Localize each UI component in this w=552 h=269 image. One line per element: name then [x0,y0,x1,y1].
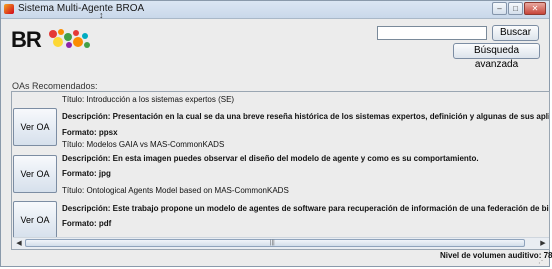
recommended-list: Ver OA Título: Introducción a los sistem… [11,91,550,250]
item-title: Título: Introducción a los sistemas expe… [62,95,235,104]
main-content: BR Buscar Búsqueda avanzada OAs Recomend… [2,19,552,266]
scroll-left-icon[interactable]: ◀ [14,239,24,248]
item-format: Formato: ppsx [62,128,118,137]
search-input[interactable] [377,26,487,40]
window-controls: – □ ✕ [492,2,546,15]
item-format: Formato: jpg [62,169,111,178]
item-format: Formato: pdf [62,219,112,228]
advanced-search-button[interactable]: Búsqueda avanzada [453,43,540,70]
grip-icon: ||| [270,240,275,246]
view-oa-button[interactable]: Ver OA [13,108,57,146]
view-oa-button[interactable]: Ver OA [13,201,57,239]
app-window: Sistema Multi-Agente BROA ↕ – □ ✕ BR Bus [0,0,552,267]
search-button[interactable]: Buscar [492,25,539,41]
item-title: Título: Ontological Agents Model based o… [62,186,289,195]
item-title: Título: Modelos GAIA vs MAS-CommonKADS [62,140,225,149]
scrollbar-thumb[interactable]: ||| [25,239,525,247]
item-description: Descripción: Presentación en la cual se … [62,112,550,121]
title-bar[interactable]: Sistema Multi-Agente BROA ↕ – □ ✕ [1,1,549,20]
minimize-button[interactable]: – [492,2,507,15]
close-button[interactable]: ✕ [524,2,546,15]
resize-grip-icon[interactable]: ⋰ [538,256,546,265]
logo-text: BR [11,27,42,52]
horizontal-scrollbar[interactable]: ◀ ||| ▶ [13,237,549,249]
recommended-label: OAs Recomendados: [12,81,98,91]
item-description: Descripción: Este trabajo propone un mod… [62,204,549,213]
item-description: Descripción: En esta imagen puedes obser… [62,154,479,163]
maximize-button[interactable]: □ [508,2,523,15]
broa-logo: BR [11,26,91,52]
view-oa-button[interactable]: Ver OA [13,155,57,193]
logo-dots-icon [49,29,90,48]
scroll-right-icon[interactable]: ▶ [538,239,548,248]
volume-status: Nivel de volumen auditivo: 78% [440,251,552,260]
app-icon [4,4,14,14]
window-title: Sistema Multi-Agente BROA [18,3,145,14]
